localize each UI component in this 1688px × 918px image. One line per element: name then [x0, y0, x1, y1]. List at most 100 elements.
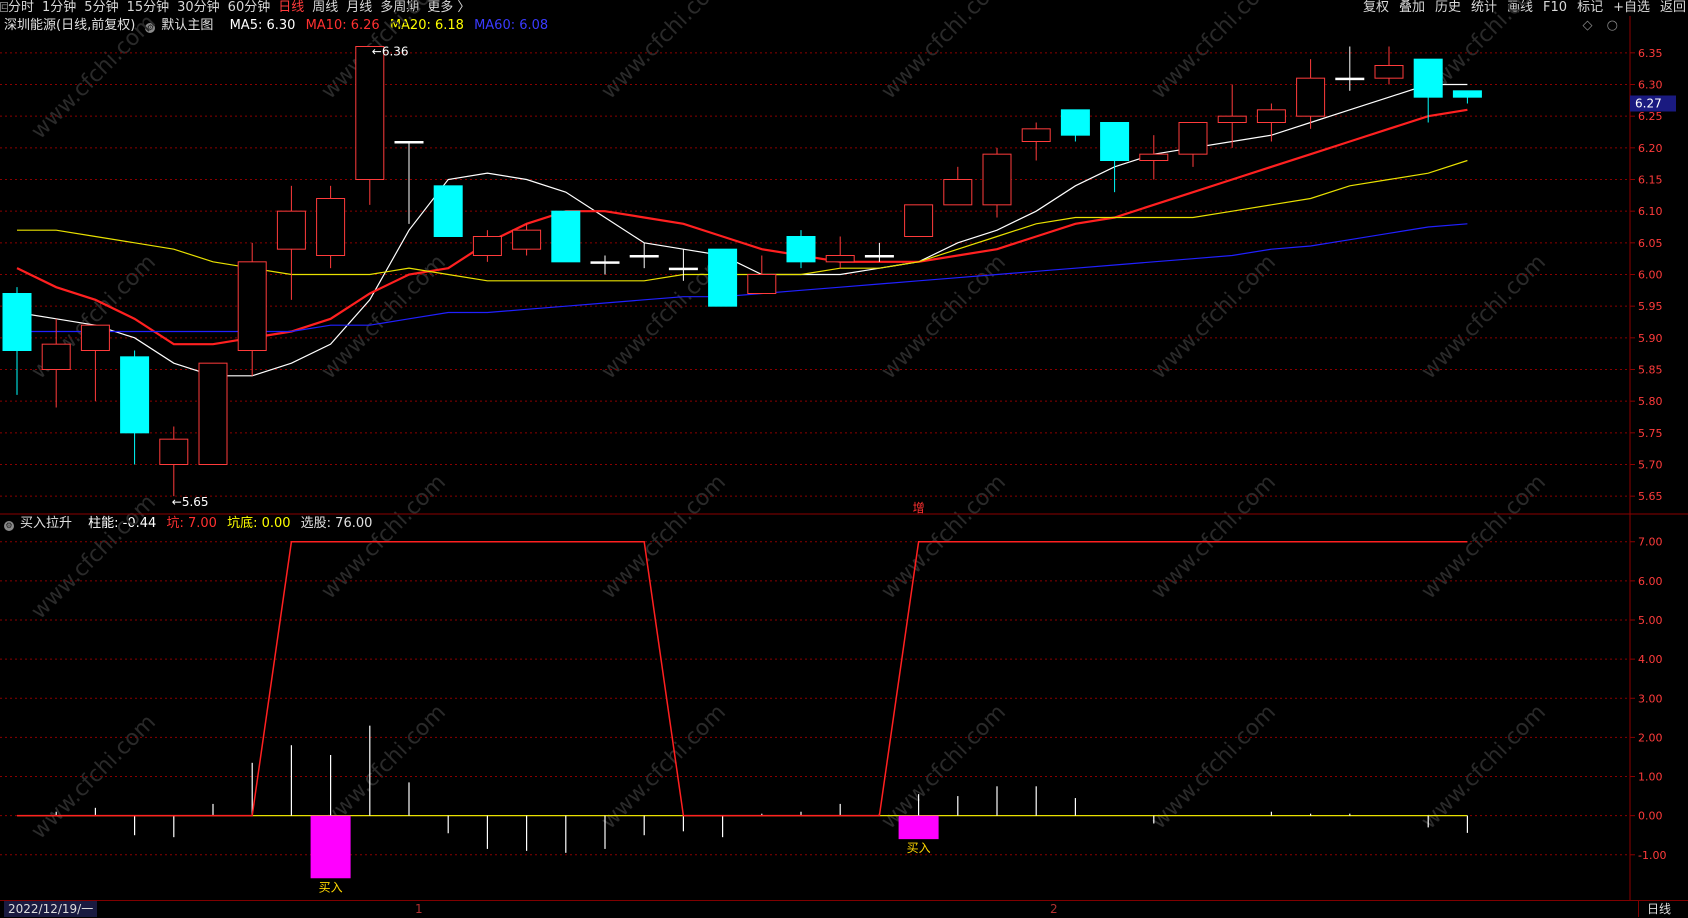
candle [904, 204, 934, 237]
candle-body [943, 179, 973, 206]
watermark-text: www.cfchi.com [27, 10, 161, 144]
candle [80, 324, 110, 402]
candle-body [1060, 109, 1090, 136]
cursor-date: 2022/12/19/一 [4, 901, 98, 917]
watermark-text: www.cfchi.com [1147, 250, 1281, 384]
candle-body [629, 255, 659, 258]
candle-body [551, 210, 581, 263]
main-y-tick-label: 5.90 [1638, 332, 1663, 345]
watermark-text: www.cfchi.com [1417, 250, 1551, 384]
candle [747, 255, 777, 294]
watermark-text: www.cfchi.com [1147, 470, 1281, 604]
candle-body [276, 210, 306, 250]
candle-body [864, 255, 894, 258]
candle-body [1021, 128, 1051, 142]
candle-body [355, 46, 385, 180]
candle [1060, 109, 1090, 142]
ma-line-MA10 [16, 108, 1468, 346]
candle-body [1413, 58, 1443, 98]
ind-y-tick-label: 5.00 [1638, 614, 1663, 627]
watermark-text: www.cfchi.com [1147, 0, 1281, 104]
candle-body [668, 267, 698, 271]
keng-line [17, 540, 1468, 817]
candle-body [1452, 90, 1482, 98]
low-price-label: ←5.65 [172, 495, 209, 509]
candle-body [316, 198, 346, 256]
candle-body [1178, 122, 1208, 155]
main-y-tick-label: 5.85 [1638, 364, 1663, 377]
candle-body [472, 236, 502, 256]
candle-body [1335, 77, 1365, 81]
main-y-tick-label: 6.20 [1638, 142, 1663, 155]
candle [1296, 59, 1326, 129]
main-y-tick-label: 5.95 [1638, 300, 1663, 313]
candle [590, 255, 620, 275]
candle [159, 426, 189, 497]
watermark-text: www.cfchi.com [317, 470, 451, 604]
candle [982, 147, 1012, 218]
candle-body [825, 255, 855, 263]
high-price-label: ←6.36 [372, 45, 409, 59]
candle [198, 362, 228, 465]
candle [1021, 122, 1051, 161]
candle [1413, 58, 1443, 123]
candle [786, 230, 816, 269]
main-y-tick-label: 6.30 [1638, 79, 1663, 92]
period-label[interactable]: 日线 [1638, 901, 1671, 917]
watermark-text: www.cfchi.com [1147, 700, 1281, 834]
candle-body [1374, 65, 1404, 79]
candle [1374, 46, 1404, 85]
candle [825, 236, 855, 269]
candle-body [1256, 109, 1286, 124]
candle [708, 248, 738, 307]
candle [433, 185, 463, 237]
watermark-text: www.cfchi.com [597, 0, 731, 104]
ind-y-tick-label: -1.00 [1638, 849, 1666, 862]
candle-body [512, 229, 542, 250]
candle-body [120, 356, 150, 434]
watermark-text: www.cfchi.com [877, 700, 1011, 834]
zeng-marker: 增 [913, 501, 925, 515]
candle-body [80, 324, 110, 351]
candle [1139, 135, 1169, 180]
buy-signal-bar [898, 815, 939, 840]
candle-body [1100, 122, 1130, 161]
watermark-text: www.cfchi.com [317, 700, 451, 834]
watermark-text: www.cfchi.com [27, 490, 161, 624]
candle [394, 141, 424, 224]
candle-body [433, 185, 463, 237]
ind-y-tick-label: 7.00 [1638, 536, 1663, 549]
candle-body [708, 248, 738, 307]
candle-body [786, 236, 816, 263]
ind-y-tick-label: 0.00 [1638, 810, 1663, 823]
candle [943, 166, 973, 206]
candle [629, 242, 659, 269]
watermark-text: www.cfchi.com [597, 470, 731, 604]
watermark-text: www.cfchi.com [877, 0, 1011, 104]
ind-y-tick-label: 3.00 [1638, 692, 1663, 705]
watermark-text: www.cfchi.com [27, 710, 161, 844]
current-price-label: 6.27 [1635, 97, 1662, 111]
candle [2, 287, 32, 395]
main-y-tick-label: 6.25 [1638, 110, 1663, 123]
candle-body [1217, 115, 1247, 123]
watermark-layer: www.cfchi.com www.cfchi.com www.cfchi.com w… [27, 0, 1551, 844]
main-y-tick-label: 6.10 [1638, 205, 1663, 218]
candle-body [747, 274, 777, 294]
main-y-tick-label: 5.70 [1638, 459, 1663, 472]
candle [237, 242, 267, 376]
candle [120, 350, 150, 465]
candle-body [394, 141, 424, 144]
buy-signal-bar [310, 815, 351, 879]
watermark-text: www.cfchi.com [1417, 470, 1551, 604]
buy-signal-label: 买入 [319, 880, 343, 894]
ind-y-tick-label: 1.00 [1638, 771, 1663, 784]
candle [864, 242, 894, 262]
time-axis-bar: 2022/12/19/一 1 2 日线 [0, 900, 1688, 918]
main-y-tick-label: 6.15 [1638, 174, 1663, 187]
main-y-tick-label: 5.65 [1638, 490, 1663, 503]
candle-body [2, 293, 32, 351]
ind-y-tick-label: 2.00 [1638, 731, 1663, 744]
candle-body [1296, 77, 1326, 117]
candle-body [159, 438, 189, 465]
